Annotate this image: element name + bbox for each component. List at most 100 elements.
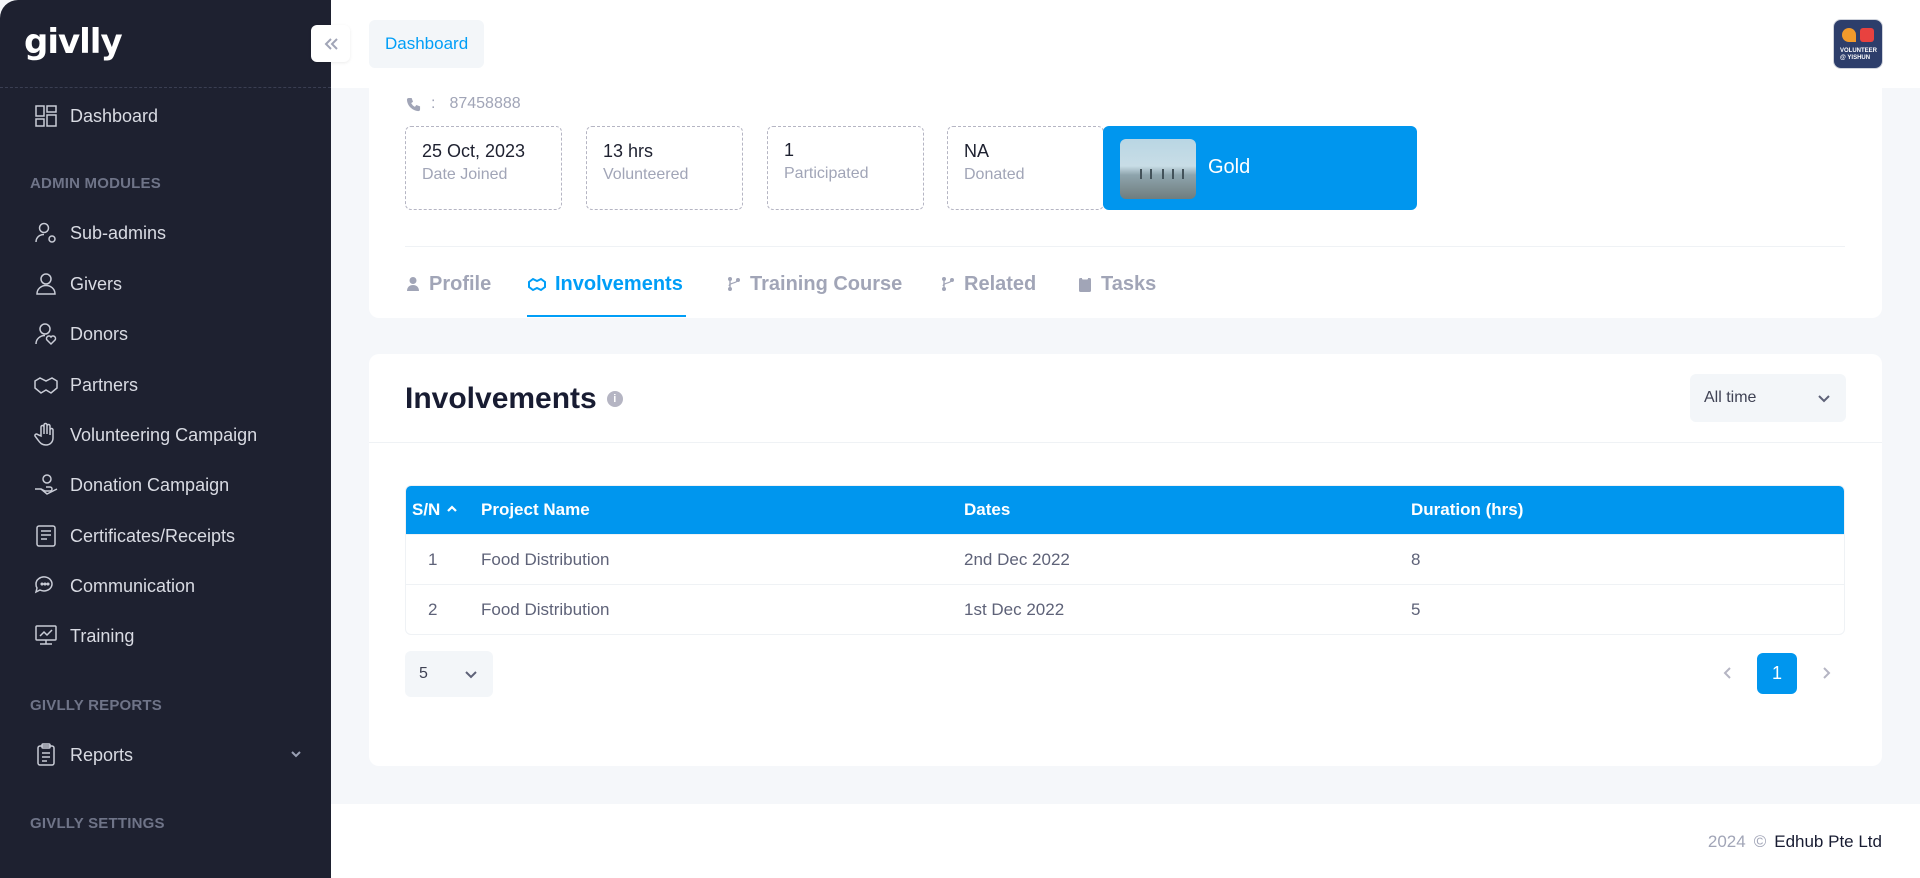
sidebar-item-givers[interactable]: Givers [32,269,122,299]
sidebar-item-label: Volunteering Campaign [70,424,258,445]
user-icon [407,277,419,291]
stat-value: 13 hrs [603,141,654,161]
stat-label: Participated [784,165,869,182]
copyright-symbol: © [1753,832,1767,851]
sidebar-item-label: Communication [70,575,196,596]
section-title-admin: ADMIN MODULES [30,175,161,192]
handshake-icon [32,372,59,399]
involvements-table: S/N Project Name Dates Duration (hrs) 1 … [405,485,1845,635]
column-header-sn[interactable]: S/N [412,500,458,521]
double-chevron-left-icon [324,37,338,50]
tab-tasks[interactable]: Tasks [1077,270,1156,298]
sidebar-item-label: Givers [70,273,123,294]
phone-icon [406,97,421,111]
sidebar-item-sub-admins[interactable]: Sub-admins [32,218,166,248]
handshake-icon [528,277,546,292]
cell-project-name: Food Distribution [481,599,610,619]
user-icon [32,271,59,298]
users-gear-icon [32,220,59,247]
sidebar-item-label: Sub-admins [70,222,167,243]
stat-value: 1 [784,140,795,160]
previous-page-button[interactable] [1716,661,1740,685]
info-icon[interactable]: i [606,391,623,407]
chevron-right-icon [1823,667,1831,679]
collapse-sidebar-button[interactable] [311,25,350,62]
stat-donated: NA Donated [947,126,1104,210]
tab-profile[interactable]: Profile [405,270,491,298]
breadcrumb[interactable]: Dashboard [369,20,485,68]
footer-year: 2024 [1707,832,1746,851]
hand-icon [32,422,59,449]
tab-training-course[interactable]: Training Course [726,270,902,298]
cell-dates: 2nd Dec 2022 [964,549,1070,569]
active-tab-indicator [527,315,686,317]
column-header-duration[interactable]: Duration (hrs) [1411,500,1523,520]
app-logo[interactable]: givlly [24,22,123,62]
section-title-reports: GIVLLY REPORTS [30,697,162,714]
sidebar-item-reports[interactable]: Reports [32,740,133,770]
sidebar-item-partners[interactable]: Partners [32,370,138,400]
sidebar-item-volunteering-campaign[interactable]: Volunteering Campaign [32,420,257,450]
stat-participated: 1 Participated [767,126,924,210]
phone-row: : 87458888 [406,95,521,113]
tab-related[interactable]: Related [940,270,1036,298]
divider [405,246,1845,247]
dashboard-icon [32,103,59,130]
page-size-value: 5 [419,665,428,682]
phone-separator: : [431,95,436,112]
table-row: 1 Food Distribution 2nd Dec 2022 8 [406,534,1844,584]
sort-asc-icon[interactable] [446,500,458,520]
stat-label: Donated [964,166,1025,183]
tab-label: Involvements [555,272,683,295]
avatar[interactable]: VOLUNTEER @ YISHUN [1833,19,1883,69]
cell-duration: 5 [1411,599,1421,619]
column-header-dates[interactable]: Dates [964,500,1010,520]
chevron-down-icon[interactable] [288,746,304,762]
stat-value: NA [964,141,990,161]
chevron-down-icon [465,671,477,679]
table-row: 2 Food Distribution 1st Dec 2022 5 [406,584,1844,634]
next-page-button[interactable] [1814,661,1838,685]
column-header-label: S/N [412,499,441,519]
page-size-select[interactable]: 5 [405,651,493,697]
sidebar-item-donation-campaign[interactable]: Donation Campaign [32,470,229,500]
divider [369,442,1882,443]
chat-icon [32,573,59,600]
footer-copyright: 2024 © Edhub Pte Ltd [1708,832,1882,852]
footer [331,804,1920,878]
tab-label: Training Course [750,272,903,295]
donation-icon [32,472,59,499]
training-icon [32,623,59,650]
cell-dates: 1st Dec 2022 [964,599,1065,619]
footer-owner-link[interactable]: Edhub Pte Ltd [1774,832,1882,852]
time-range-value: All time [1704,389,1757,406]
clipboard-icon [1079,276,1091,292]
tab-label: Related [964,272,1037,295]
section-title-settings: GIVLLY SETTINGS [30,815,165,832]
sidebar-item-label: Certificates/Receipts [70,525,236,546]
involvements-title: Involvements i [405,382,623,416]
sidebar-item-donors[interactable]: Donors [32,319,128,349]
tier-badge: Gold [1103,126,1417,210]
sidebar-item-label: Donors [70,323,129,344]
branch-icon [728,277,740,291]
sidebar-item-certificates[interactable]: Certificates/Receipts [32,521,235,551]
top-header [331,0,1920,88]
time-range-select[interactable]: All time [1690,374,1846,422]
cell-duration: 8 [1411,549,1421,569]
tab-involvements[interactable]: Involvements [527,270,683,298]
sidebar-item-communication[interactable]: Communication [32,571,195,601]
chevron-down-icon [1818,395,1830,403]
stat-date-joined: 25 Oct, 2023 Date Joined [405,126,562,210]
column-header-project-name[interactable]: Project Name [481,500,590,520]
clipboard-icon [32,742,59,769]
sidebar-item-training[interactable]: Training [32,621,134,651]
chevron-left-icon [1723,667,1731,679]
certificate-icon [32,523,59,550]
tier-label: Gold [1208,156,1251,178]
sidebar-item-label: Donation Campaign [70,474,230,495]
branch-icon [942,277,954,291]
cell-sn: 2 [428,599,438,619]
sidebar-item-dashboard[interactable]: Dashboard [32,101,158,131]
page-number-button[interactable]: 1 [1757,653,1797,694]
